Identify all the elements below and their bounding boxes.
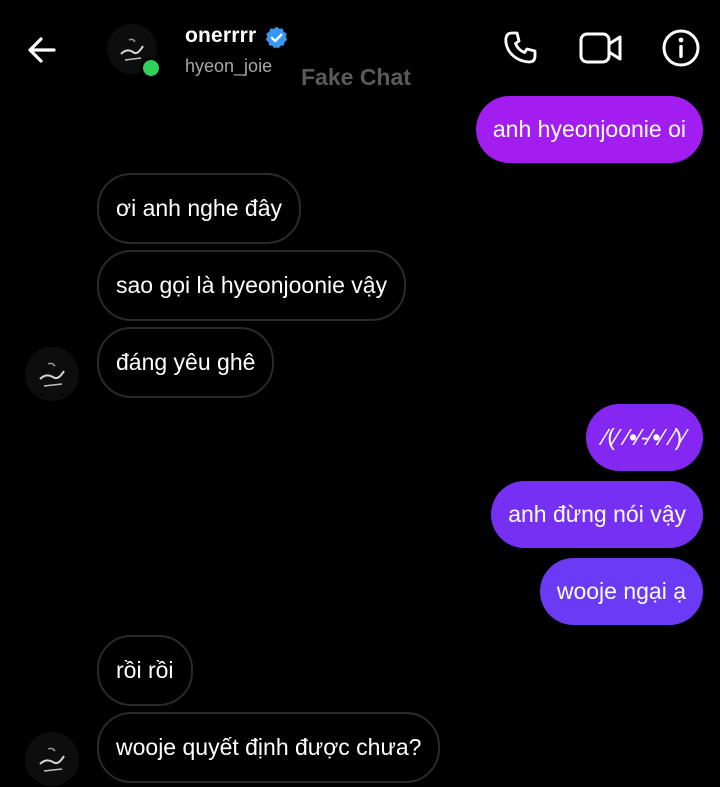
contact-handle: hyeon_joie [185,56,273,76]
phone-icon[interactable] [500,28,540,68]
received-message[interactable]: rồi rồi [97,635,193,706]
message-text: sao gọi là hyeonjoonie vậy [116,272,388,298]
online-status-dot [140,57,162,79]
message-text: anh hyeonjoonie oi [492,116,686,142]
info-icon[interactable] [661,28,701,68]
sender-avatar[interactable] [25,732,79,786]
profile-avatar[interactable] [107,24,162,79]
message-text: ơi anh nghe đây [116,195,282,221]
message-text: wooje quyết định được chưa? [116,734,422,760]
sent-message[interactable]: wooje ngại ạ [539,558,703,625]
back-arrow-icon[interactable] [22,30,62,70]
message-text: đáng yêu ghê [116,349,256,375]
received-message[interactable]: wooje quyết định được chưa? [97,712,441,783]
received-message[interactable]: sao gọi là hyeonjoonie vậy [97,250,407,321]
message-text: rồi rồi [116,657,174,683]
sent-message[interactable]: anh hyeonjoonie oi [475,96,703,163]
contact-name[interactable]: onerrrr [185,24,256,48]
received-message[interactable]: ơi anh nghe đây [97,173,301,244]
video-camera-icon[interactable] [578,28,622,68]
message-text: anh đừng nói vậy [508,501,686,527]
message-text: wooje ngại ạ [556,578,686,604]
watermark-text: Fake Chat [301,64,411,90]
received-message[interactable]: đáng yêu ghê [97,327,275,398]
chat-header: onerrrr hyeon_joie Fake Chat [0,0,720,95]
message-text: ⁄(⁄ ⁄•⁄-⁄•⁄ ⁄)⁄ [603,424,686,450]
verified-badge-icon [264,25,289,50]
sent-message[interactable]: ⁄(⁄ ⁄•⁄-⁄•⁄ ⁄)⁄ [586,404,703,471]
sent-message[interactable]: anh đừng nói vậy [491,481,703,548]
sender-avatar[interactable] [25,347,79,401]
